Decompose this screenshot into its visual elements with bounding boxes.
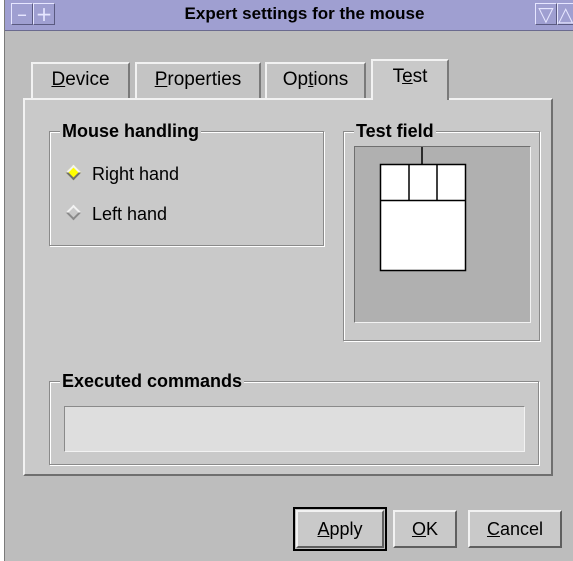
tab-device[interactable]: Device (31, 62, 130, 98)
tab-properties[interactable]: Properties (135, 62, 261, 98)
tab-panel-test: Mouse handling Right hand Left hand Test… (23, 98, 553, 476)
cancel-button[interactable]: Cancel (468, 510, 562, 548)
move-icon[interactable]: + (33, 3, 55, 25)
mouse-test-area[interactable] (354, 146, 531, 323)
radio-selected-icon[interactable] (65, 164, 82, 181)
ok-button[interactable]: OK (393, 510, 457, 548)
mouse-graphic-icon (379, 147, 467, 272)
mouse-handling-title: Mouse handling (60, 120, 201, 142)
test-field-title: Test field (354, 120, 436, 142)
executed-commands-title: Executed commands (60, 370, 245, 392)
maximize-icon[interactable]: △ (557, 3, 573, 25)
window-title: Expert settings for the mouse (184, 4, 425, 23)
minimize-icon[interactable]: – (11, 3, 33, 25)
shade-icon[interactable]: ▽ (535, 3, 557, 25)
title-bar[interactable]: – + Expert settings for the mouse ▽ △ (5, 0, 573, 31)
executed-commands-group: Executed commands (49, 370, 539, 465)
apply-button[interactable]: Apply (293, 507, 387, 551)
test-field-group: Test field (343, 120, 540, 341)
radio-unselected-icon[interactable] (65, 204, 82, 221)
tab-test[interactable]: Test (371, 59, 449, 100)
mouse-handling-group: Mouse handling Right hand Left hand (49, 120, 324, 246)
dialog-window: – + Expert settings for the mouse ▽ △ De… (4, 0, 573, 561)
executed-commands-field[interactable] (64, 406, 525, 452)
tab-options[interactable]: Options (265, 62, 366, 98)
